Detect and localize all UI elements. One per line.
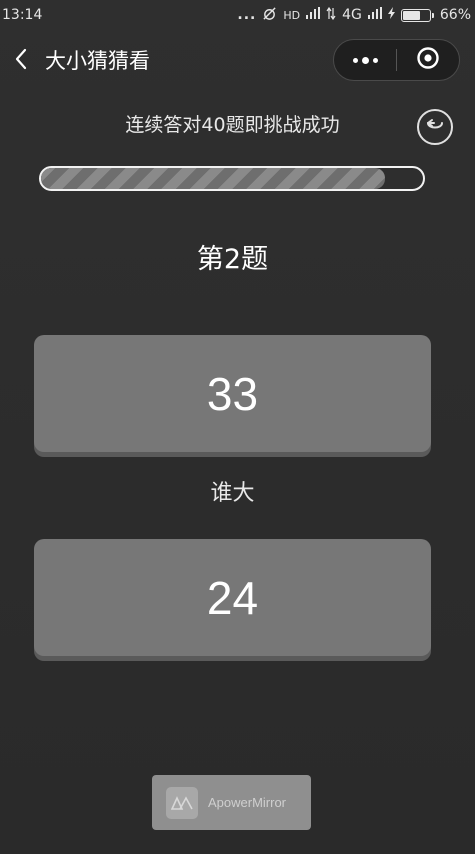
status-time: 13:14 [2,7,43,23]
close-button[interactable] [397,40,459,80]
progress-fill [41,168,385,189]
restart-icon [424,114,446,140]
challenge-instruction: 连续答对40题即挑战成功 [125,114,340,136]
charging-icon [387,7,395,23]
nav-bar: 大小猜猜看 [0,38,475,84]
page-title: 大小猜猜看 [45,49,150,73]
mini-program-capsule [333,39,460,81]
notification-dots: ... [237,7,257,23]
chevron-left-icon [14,48,28,74]
more-button[interactable] [334,40,396,80]
signal-icon [306,7,321,23]
alarm-off-icon [262,6,277,25]
battery-icon [400,8,434,22]
target-close-icon [416,46,440,74]
more-dots-icon [352,57,358,63]
hd-badge: HD [283,8,301,22]
question-prompt: 谁大 [210,481,255,506]
data-arrows-icon [326,6,336,24]
option-a-button[interactable]: 33 [34,335,431,452]
network-type: 4G [342,7,362,23]
more-dots-icon-right [372,57,378,63]
signal-icon-2 [367,7,382,23]
status-icons: ... HD 4G 66% [237,6,471,25]
apowermirror-logo-icon [166,786,198,819]
back-button[interactable] [6,44,36,78]
more-dots-icon-center [361,56,369,64]
restart-button[interactable] [417,109,453,145]
battery-percent: 66% [439,7,471,23]
watermark-badge: ApowerMirror [152,775,311,830]
status-bar: 13:14 ... HD 4G 66% [0,0,475,30]
battery-level [402,10,421,20]
watermark-text: ApowerMirror [208,795,287,810]
question-number: 第2题 [196,244,269,275]
progress-bar [39,166,425,191]
option-b-button[interactable]: 24 [34,539,431,656]
